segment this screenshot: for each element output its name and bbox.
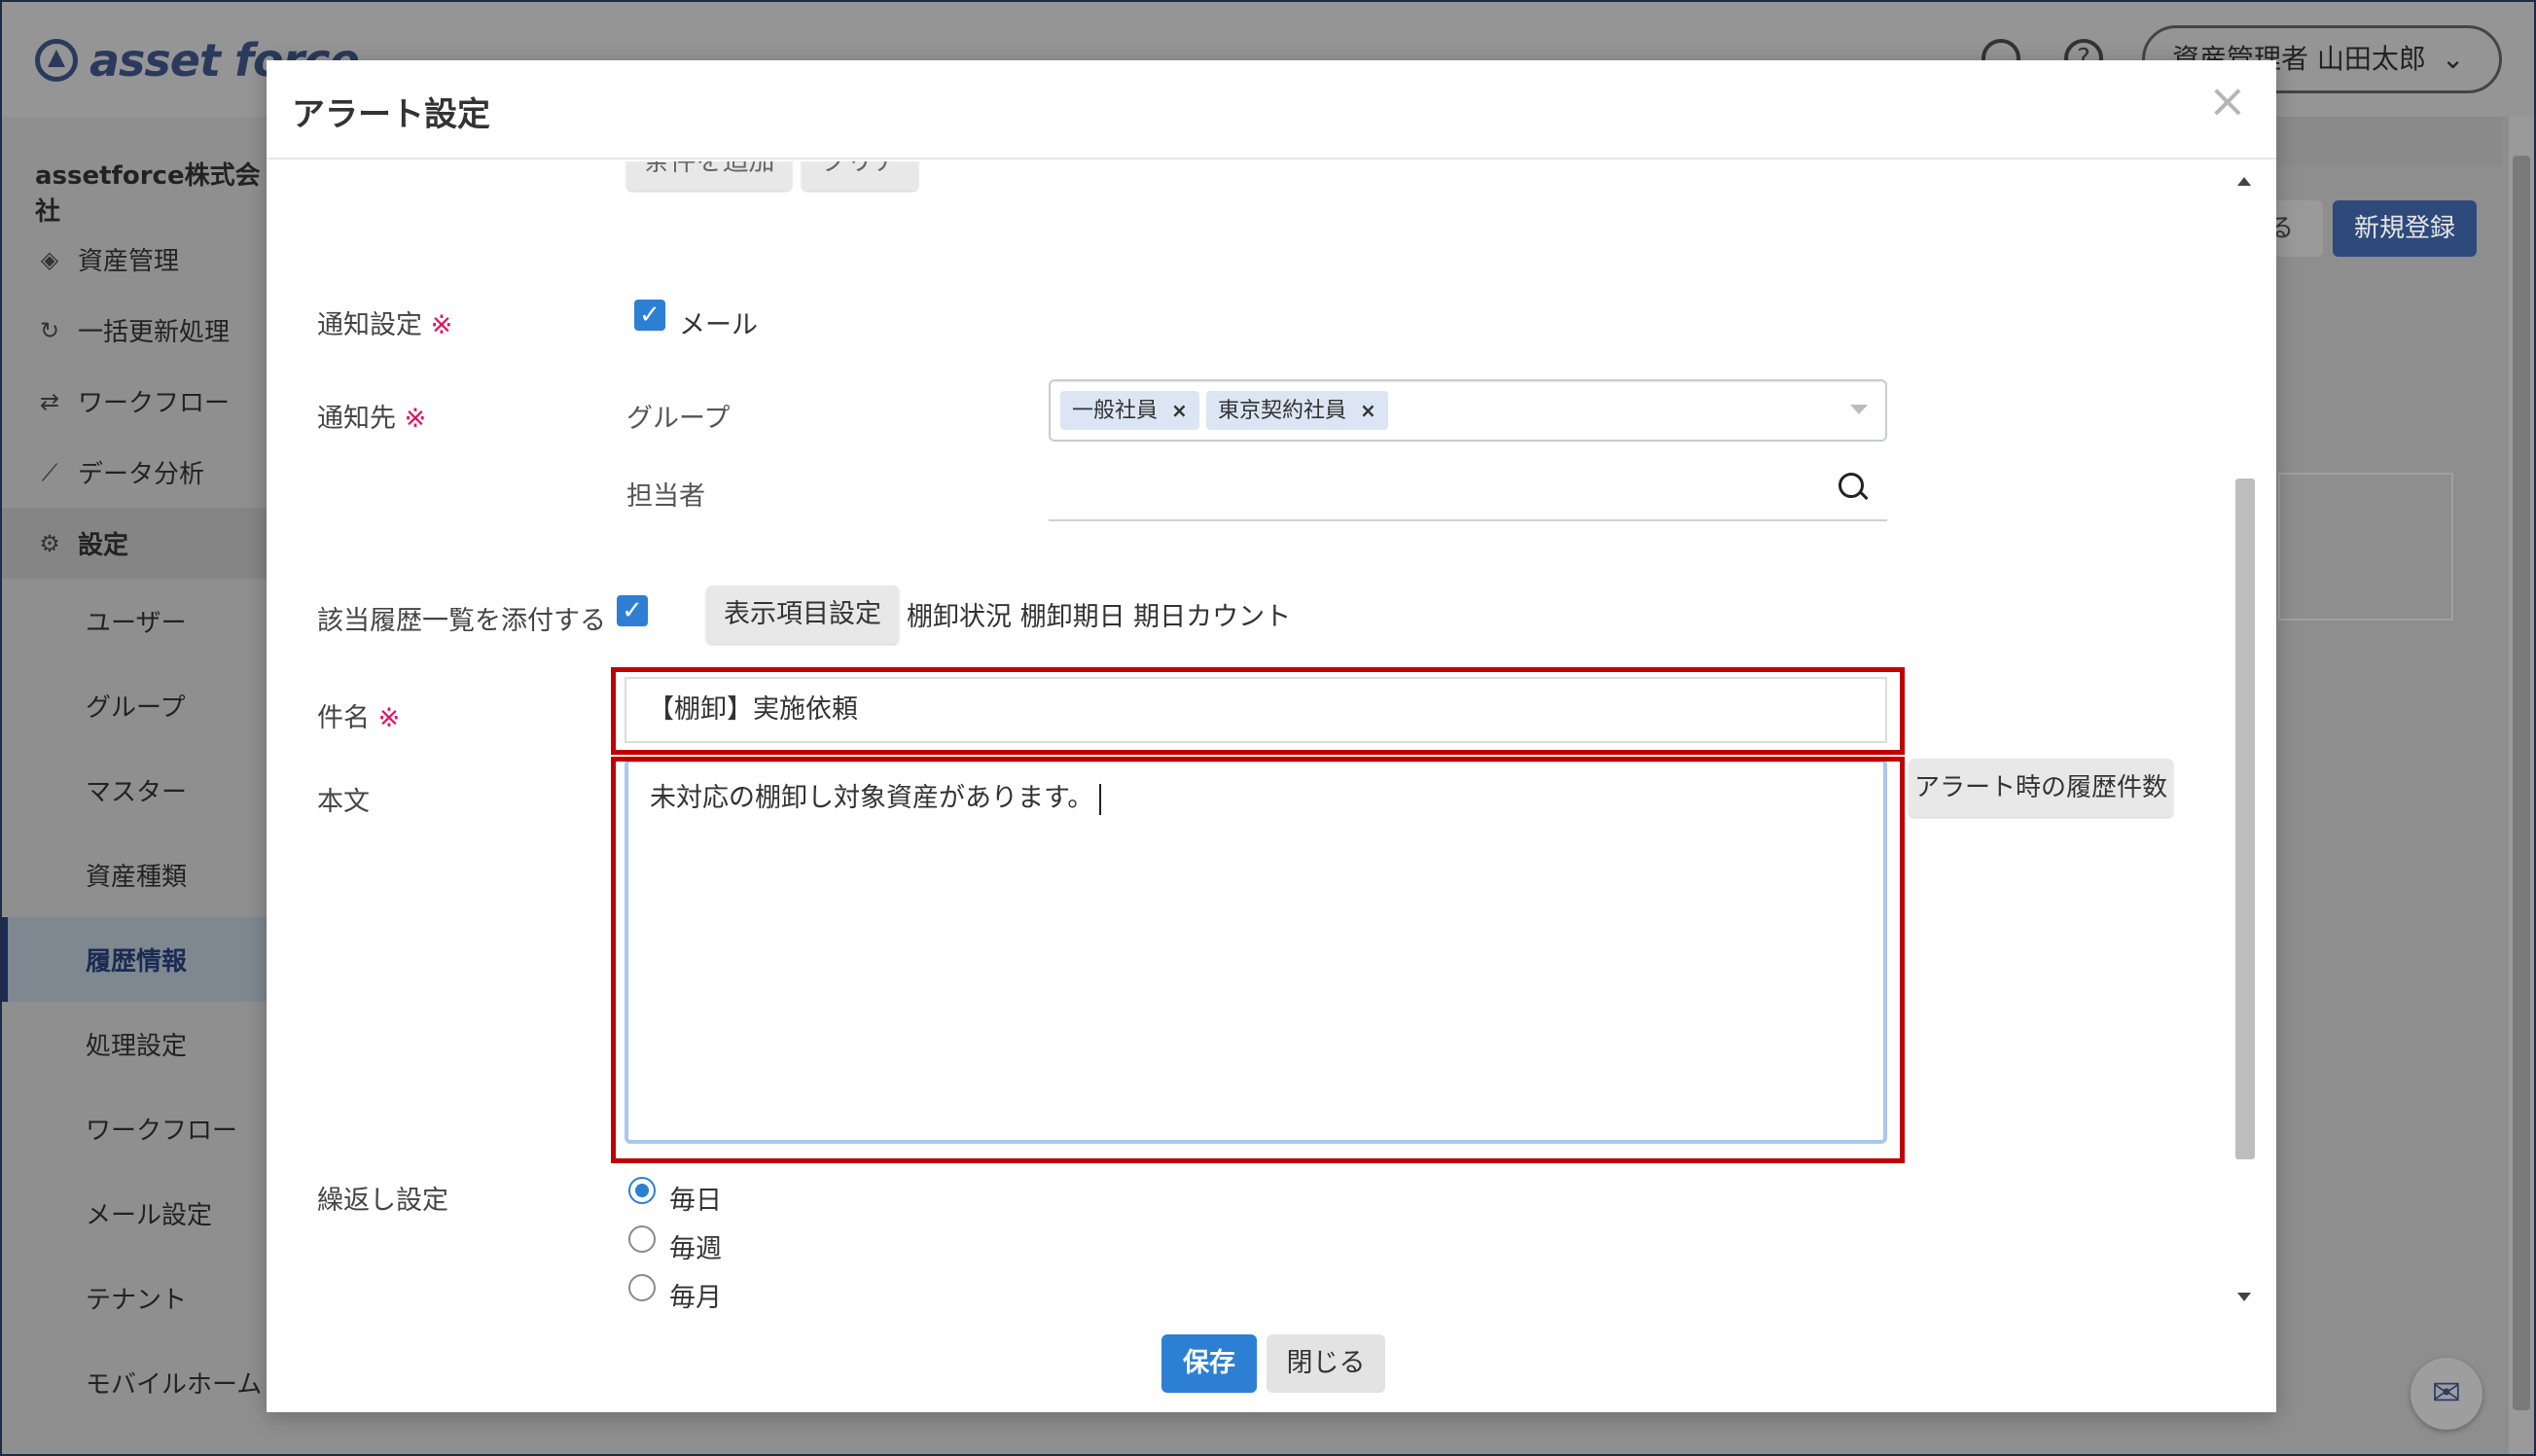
search-icon[interactable] [1839,473,1864,498]
sidebar-subitem-mail[interactable]: メール設定 [2,1171,267,1256]
sidebar-subitem-asset-types[interactable]: 資産種類 [2,833,267,917]
modal-scrollbar-thumb[interactable] [2235,479,2255,1159]
notify-setting-label: 通知設定 ※ [317,310,453,340]
sidebar-nav: ◈ 資産管理 ↻ 一括更新処理 ⇄ ワークフロー ⟋ データ分析 ⚙ 設定 ユーザー グル… [2,224,267,1425]
close-button[interactable]: 閉じる [1267,1334,1385,1393]
background-panel [2278,473,2453,621]
save-button[interactable]: 保存 [1161,1334,1257,1393]
mail-checkbox[interactable]: ✓ [634,300,665,331]
attach-history-checkbox[interactable]: ✓ [617,595,648,626]
group-chip: 東京契約社員 × [1206,391,1388,430]
company-name: assetforce株式会社 [35,161,261,227]
person-search-input[interactable] [1049,453,1887,521]
app-window: asset force ? 資産管理者 山田太郎 ⌄ assetforce株式会社… [0,0,2536,1456]
group-chip: 一般社員 × [1060,391,1199,430]
logo-mark-icon [35,39,78,82]
scroll-up-icon[interactable] [2237,177,2251,186]
sidebar-item-settings[interactable]: ⚙ 設定 [2,508,267,579]
group-multiselect[interactable]: 一般社員 × 東京契約社員 × [1049,379,1887,442]
sidebar-subitem-tenant[interactable]: テナント [2,1256,267,1340]
chevron-down-icon[interactable] [1850,405,1868,414]
display-fields-text: 棚卸状況 棚卸期日 期日カウント [907,602,1292,632]
insert-history-count-button[interactable]: アラート時の履歴件数 [1909,759,2173,817]
gear-icon: ⚙ [39,529,60,557]
sidebar-item-analytics[interactable]: ⟋ データ分析 [2,437,267,508]
mail-option-label: メール [679,310,758,340]
repeat-option-label: 毎週 [669,1234,722,1264]
chat-icon[interactable]: ✉ [2411,1358,2482,1430]
chevron-down-icon: ⌄ [2441,43,2465,75]
repeat-weekly-radio[interactable] [628,1225,656,1253]
sidebar-subitem-processing[interactable]: 処理設定 [2,1002,267,1086]
background-toolbar [2239,117,2502,165]
modal-body: 条件を追加 クリア 通知設定 ※ ✓ メール 通知先 ※ グループ 一般社員 × … [267,161,2251,1315]
repeat-daily-radio[interactable] [628,1177,656,1204]
new-register-button[interactable]: 新規登録 [2333,200,2477,257]
page-scrollbar[interactable] [2509,117,2534,1454]
remove-chip-icon[interactable]: × [1171,399,1188,422]
display-fields-button[interactable]: 表示項目設定 [706,586,899,644]
workflow-icon: ⇄ [39,387,60,415]
sidebar-item-bulk-update[interactable]: ↻ 一括更新処理 [2,295,267,366]
repeat-option-label: 毎月 [669,1283,722,1313]
sidebar-item-assets[interactable]: ◈ 資産管理 [2,224,267,295]
page-scrollbar-thumb[interactable] [2513,156,2530,1410]
sidebar-item-workflow[interactable]: ⇄ ワークフロー [2,366,267,437]
sidebar-subitem-history[interactable]: 履歴情報 [2,917,267,1002]
modal-scrollbar[interactable] [2232,167,2257,1311]
alert-settings-modal: アラート設定 × 条件を追加 クリア 通知設定 ※ ✓ メール 通知先 ※ グル… [267,60,2276,1412]
body-highlight-box [611,757,1905,1163]
subject-label: 件名 ※ [317,703,401,733]
sidebar-subitem-master[interactable]: マスター [2,748,267,833]
repeat-option-label: 毎日 [669,1186,722,1216]
repeat-monthly-radio[interactable] [628,1274,656,1301]
sidebar-subitem-mobile-home[interactable]: モバイルホーム [2,1340,267,1425]
chart-icon: ⟋ [41,458,58,486]
scroll-down-icon[interactable] [2237,1293,2251,1301]
clear-button[interactable]: クリア [802,161,918,191]
remove-chip-icon[interactable]: × [1360,399,1376,422]
close-icon[interactable]: × [2208,78,2247,124]
sidebar-subitem-groups[interactable]: グループ [2,663,267,748]
attach-history-label: 該当履歴一覧を添付する [317,606,606,636]
repeat-label: 繰返し設定 [317,1186,448,1216]
notify-to-label: 通知先 ※ [317,404,427,434]
sidebar: assetforce株式会社 ◈ 資産管理 ↻ 一括更新処理 ⇄ ワークフロー ⟋ デー… [2,117,267,1454]
subject-highlight-box [611,667,1905,755]
body-label: 本文 [317,787,370,817]
cube-icon: ◈ [40,245,59,273]
add-condition-button[interactable]: 条件を追加 [626,161,792,191]
refresh-icon: ↻ [39,316,60,344]
person-label: 担当者 [626,481,705,512]
modal-header: アラート設定 × [267,60,2276,160]
modal-title: アラート設定 [292,95,490,134]
sidebar-subitem-workflow[interactable]: ワークフロー [2,1086,267,1171]
sidebar-subitem-users[interactable]: ユーザー [2,579,267,663]
group-label: グループ [626,404,731,434]
